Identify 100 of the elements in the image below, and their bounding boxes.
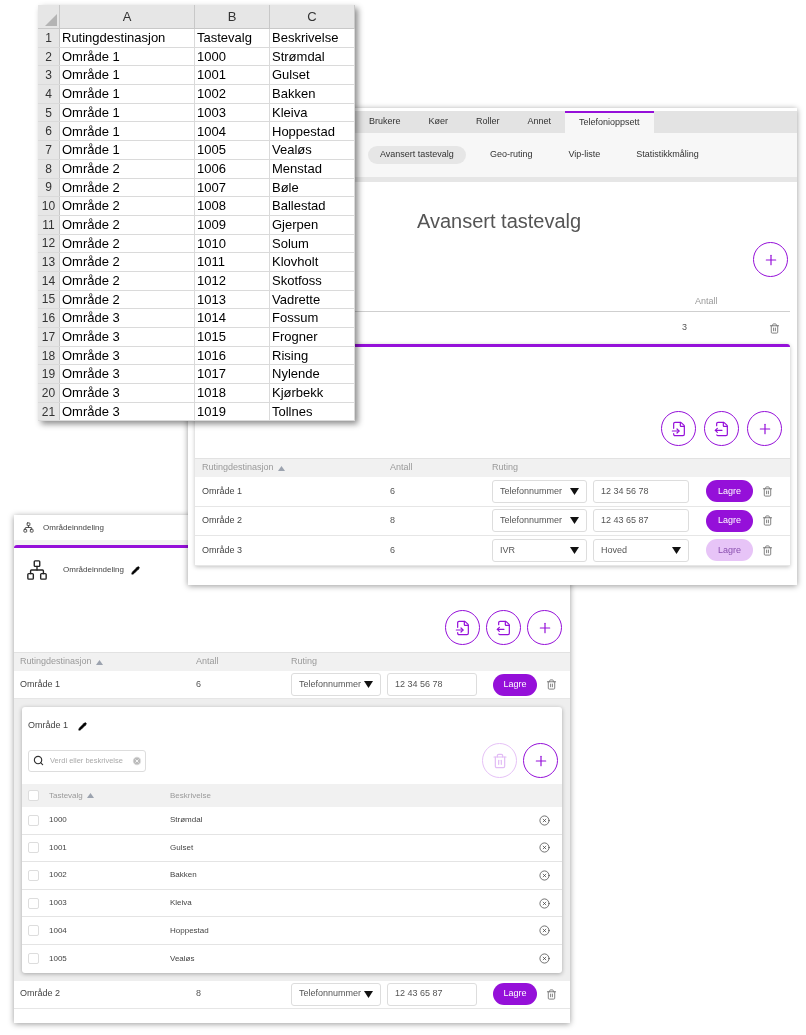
destination-text: Område 3 xyxy=(202,544,243,555)
subtab[interactable]: Geo-ruting xyxy=(477,146,545,164)
row-number[interactable]: 20 xyxy=(38,384,60,402)
destination-text: Område 1 xyxy=(20,678,61,689)
save-button[interactable]: Lagre xyxy=(493,983,537,1006)
row-number[interactable]: 3 xyxy=(38,66,60,85)
import-button[interactable] xyxy=(661,411,696,446)
row-checkbox[interactable] xyxy=(28,870,39,881)
table-row[interactable]: Område 2 8 Telefonnummer 12 43 65 87 Lagre xyxy=(14,980,570,1009)
target-select[interactable]: Hoved xyxy=(593,538,689,562)
destination-text: Område 2 xyxy=(20,988,61,999)
spreadsheet-cell: Område 3 xyxy=(60,309,195,327)
spreadsheet-cell: Fossum xyxy=(270,309,355,327)
row-number[interactable]: 10 xyxy=(38,197,60,215)
tab[interactable]: Telefonioppsett xyxy=(565,111,654,133)
row-number[interactable]: 19 xyxy=(38,365,60,384)
row-checkbox[interactable] xyxy=(28,897,39,909)
table-row[interactable]: Område 3 6 IVR Hoved Lagre xyxy=(195,536,790,566)
column-header: Antall xyxy=(196,656,219,667)
routing-select[interactable]: Telefonnummer xyxy=(291,982,381,1006)
add-button[interactable] xyxy=(523,743,558,778)
subtab[interactable]: Avansert tastevalg xyxy=(368,146,466,164)
select-all-checkbox[interactable] xyxy=(28,790,39,801)
row-checkbox[interactable] xyxy=(28,814,39,826)
description-text: Gulset xyxy=(170,841,195,854)
table-row[interactable]: Område 2 8 Telefonnummer 12 43 65 87 Lagre xyxy=(195,506,790,536)
spreadsheet-cell: Område 2 xyxy=(60,253,195,271)
row-checkbox[interactable] xyxy=(28,953,39,965)
spreadsheet-cell: 1006 xyxy=(195,159,270,178)
delete-icon[interactable] xyxy=(769,322,780,334)
sort-ascending-icon xyxy=(95,659,103,665)
add-button[interactable] xyxy=(753,242,788,277)
row-number[interactable]: 13 xyxy=(38,253,60,271)
sort-ascending-icon xyxy=(86,793,94,798)
add-button[interactable] xyxy=(527,610,562,645)
column-header[interactable]: C xyxy=(270,5,355,28)
table-row[interactable]: Område 1 6 Telefonnummer 12 34 56 78 Lagre xyxy=(195,477,790,507)
save-button[interactable]: Lagre xyxy=(706,480,753,503)
subtab[interactable]: Statistikkmåling xyxy=(624,146,711,164)
edit-icon[interactable] xyxy=(78,721,88,731)
delete-icon[interactable] xyxy=(762,485,773,497)
spreadsheet-cell: Gulset xyxy=(270,66,355,85)
import-button[interactable] xyxy=(445,610,480,645)
add-button[interactable] xyxy=(747,411,782,446)
remove-icon[interactable] xyxy=(539,870,550,881)
row-checkbox[interactable] xyxy=(28,925,39,937)
phone-number-field[interactable]: 12 34 56 78 xyxy=(387,673,477,696)
sitemap-icon xyxy=(23,522,34,533)
tab[interactable]: Annet xyxy=(513,111,566,133)
column-header[interactable]: A xyxy=(60,5,195,28)
tab[interactable]: Brukere xyxy=(355,111,415,133)
tab[interactable]: Roller xyxy=(462,111,514,133)
column-header: Beskrivelse xyxy=(170,789,211,802)
delete-icon[interactable] xyxy=(546,988,557,1000)
save-button[interactable]: Lagre xyxy=(493,673,537,696)
key-text: 1002 xyxy=(49,870,67,880)
count-text: 6 xyxy=(390,544,395,555)
tab[interactable]: Køer xyxy=(414,111,463,133)
row-number[interactable]: 16 xyxy=(38,309,60,327)
description-text: Strømdal xyxy=(170,814,204,827)
spreadsheet-cell: 1000 xyxy=(195,47,270,66)
file-import-icon xyxy=(670,420,687,437)
spreadsheet-cell: Tastevalg xyxy=(195,29,270,47)
spreadsheet-cell: 1010 xyxy=(195,234,270,253)
remove-icon[interactable] xyxy=(539,925,550,937)
spreadsheet-cell: 1003 xyxy=(195,103,270,122)
phone-number-field[interactable]: 12 43 65 87 xyxy=(387,982,477,1006)
subtab[interactable]: Vip-liste xyxy=(556,146,613,164)
routing-select[interactable]: Telefonnummer xyxy=(492,479,587,503)
spreadsheet-cell: Område 1 xyxy=(60,47,195,66)
row-checkbox[interactable] xyxy=(28,842,39,854)
column-header[interactable]: B xyxy=(195,5,270,28)
row-number[interactable]: 17 xyxy=(38,328,60,346)
edit-icon[interactable] xyxy=(130,565,140,575)
search-icon xyxy=(33,755,44,766)
description-text: Vealøs xyxy=(170,952,196,965)
spreadsheet-cell: Område 2 xyxy=(60,271,195,290)
routing-select[interactable]: IVR xyxy=(492,538,587,562)
save-button[interactable]: Lagre xyxy=(706,509,753,532)
row-number[interactable]: 4 xyxy=(38,85,60,103)
spreadsheet-cell: 1012 xyxy=(195,271,270,290)
remove-icon[interactable] xyxy=(539,953,550,965)
phone-number-field[interactable]: 12 34 56 78 xyxy=(593,479,689,503)
row-number[interactable]: 6 xyxy=(38,122,60,141)
remove-icon[interactable] xyxy=(539,897,550,909)
delete-icon[interactable] xyxy=(762,544,773,556)
delete-icon[interactable] xyxy=(762,515,773,527)
export-button[interactable] xyxy=(486,610,521,645)
spreadsheet-cell: Klovholt xyxy=(270,253,355,271)
spreadsheet-cell: 1019 xyxy=(195,402,270,421)
delete-icon[interactable] xyxy=(546,679,557,690)
remove-icon[interactable] xyxy=(539,842,550,854)
table-row[interactable]: Område 1 6 Telefonnummer 12 34 56 78 Lagre xyxy=(14,671,570,699)
remove-icon[interactable] xyxy=(539,814,550,826)
row-number[interactable]: 7 xyxy=(38,141,60,159)
row-number[interactable]: 1 xyxy=(38,29,60,47)
phone-number-field[interactable]: 12 43 65 87 xyxy=(593,509,689,533)
export-button[interactable] xyxy=(704,411,739,446)
routing-select[interactable]: Telefonnummer xyxy=(492,509,587,533)
routing-select[interactable]: Telefonnummer xyxy=(291,673,381,696)
